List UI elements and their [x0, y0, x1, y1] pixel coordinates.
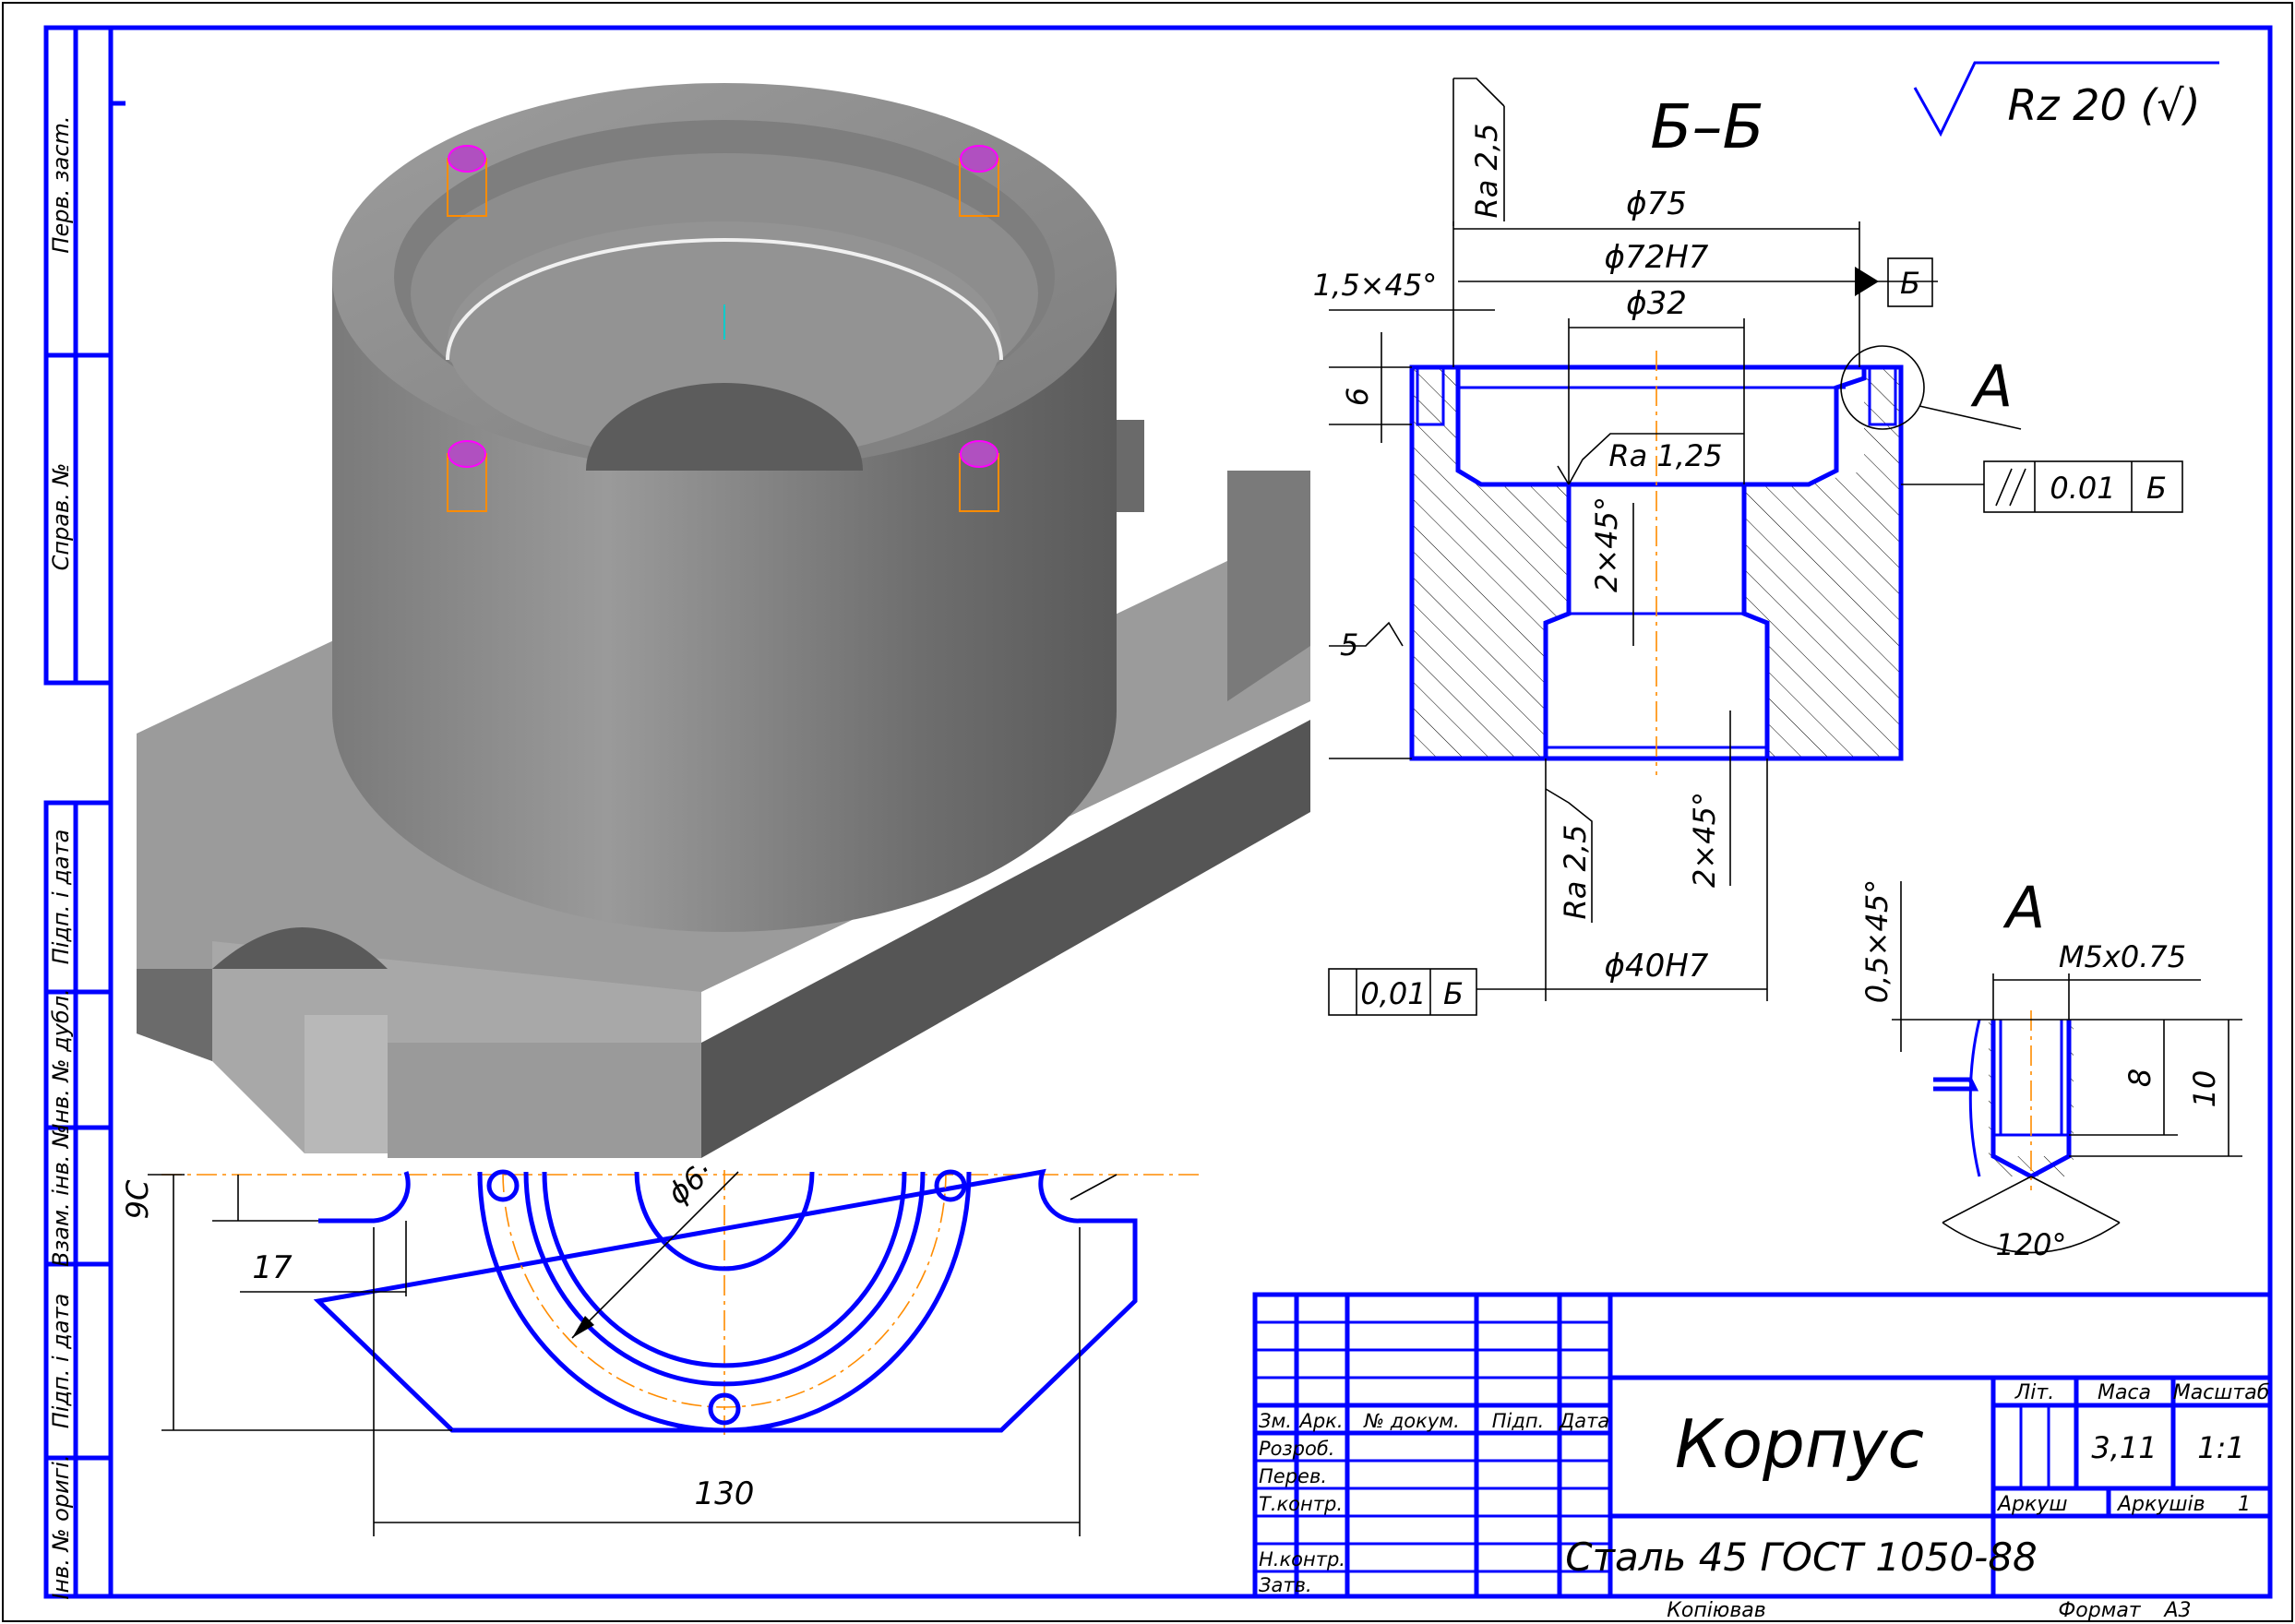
- dim-d72: ϕ72H7: [1605, 239, 1709, 276]
- roughness-text: Rz 20 (√): [2007, 80, 2200, 130]
- title-block: Зм. Арк. № докум. Підп. Дата Розроб. Пер…: [1252, 1292, 2273, 1599]
- sheets-label: Аркушів: [2116, 1493, 2205, 1516]
- drawing-sheet: Перв. засm. Справ. № Підп. і дата Інв. №…: [2, 2, 2293, 1622]
- header-scale: Масштаб: [2173, 1381, 2270, 1404]
- role-tech-control: Т.контр.: [1259, 1493, 1343, 1515]
- dim-diam-partial: ϕ6·: [661, 1153, 720, 1211]
- dim-depth10: 10: [2187, 1070, 2222, 1108]
- footer-format-value: А3: [2162, 1599, 2191, 1622]
- col-header-date: Дата: [1559, 1410, 1609, 1432]
- detail-marker: А: [1970, 352, 2013, 420]
- dim-17: 17: [252, 1249, 293, 1286]
- footer-copied: Копіював: [1667, 1599, 1766, 1622]
- angle-label: 120°: [1995, 1227, 2066, 1262]
- footer-format-label: Формат: [2058, 1599, 2141, 1622]
- role-checker: Перев.: [1259, 1465, 1327, 1487]
- section-view: Б–Б ϕ75 Б ϕ72H7 ϕ32 1,5×45° 6 Ra 2,5 Ra …: [1313, 78, 2183, 1016]
- roughness-note: Rz 20 (√): [1913, 61, 2219, 137]
- stamp-text-1: Перв. засm.: [48, 115, 74, 253]
- plan-view: 130 17 9С ϕ6·: [120, 1153, 1200, 1536]
- sheets-value: 1: [2238, 1493, 2251, 1516]
- col-header-ark: Арк.: [1297, 1410, 1343, 1432]
- stamp-text-2: Справ. №: [48, 463, 74, 571]
- header-mass: Маса: [2098, 1381, 2151, 1404]
- stamp-text-5: Взам. інв. №: [48, 1125, 74, 1267]
- isometric-model: [137, 83, 1310, 1158]
- tol-runout-datum: Б: [1443, 976, 1464, 1011]
- col-header-zm: Зм.: [1259, 1410, 1292, 1432]
- dim-d40: ϕ40H7: [1605, 948, 1709, 985]
- part-name: Корпус: [1675, 1405, 1924, 1483]
- dim-130: 130: [695, 1475, 755, 1512]
- chamfer-detail: 0,5×45°: [1859, 879, 1895, 1003]
- ra-inner: Ra 1,25: [1608, 438, 1722, 473]
- col-header-doc: № докум.: [1363, 1410, 1460, 1432]
- stamp-text-6: Підп. і дата: [48, 1294, 74, 1429]
- tol-parallel-value: 0.01: [2050, 471, 2115, 506]
- section-title: Б–Б: [1650, 91, 1764, 162]
- ra-bottom: Ra 2,5: [1558, 825, 1593, 920]
- thread-label: M5x0.75: [2059, 939, 2186, 974]
- ra-left-partial: 5: [1340, 627, 1358, 663]
- scale-value: 1:1: [2197, 1430, 2245, 1465]
- tol-runout-value: 0,01: [1360, 976, 1426, 1011]
- role-approved: Затв.: [1259, 1574, 1312, 1596]
- detail-view: А 8 10 M5x0.75 0,5×45° 120°: [1859, 874, 2242, 1262]
- mass-value: 3,11: [2091, 1430, 2157, 1465]
- stamp-text-4: Інв. № дубл.: [48, 988, 74, 1129]
- role-norm-control: Н.контр.: [1259, 1548, 1345, 1570]
- stamp-text-3: Підп. і дата: [48, 830, 74, 965]
- dim-chamfer-bot: 2×45°: [1687, 792, 1722, 888]
- dim-d75: ϕ75: [1626, 185, 1687, 222]
- dim-depth8: 8: [2122, 1069, 2158, 1087]
- dim-depth6: 6: [1340, 388, 1375, 406]
- datum-top: Б: [1900, 266, 1920, 301]
- header-lit: Літ.: [2014, 1381, 2054, 1404]
- dim-left-partial: 9С: [120, 1179, 155, 1219]
- dim-chamfer-top: 1,5×45°: [1313, 268, 1437, 303]
- col-header-sign: Підп.: [1492, 1410, 1545, 1432]
- side-stamps: Перв. засm. Справ. № Підп. і дата Інв. №…: [43, 25, 114, 1600]
- ra-top: Ra 2,5: [1469, 124, 1504, 219]
- sheet-label: Аркуш: [1996, 1493, 2067, 1516]
- material: Сталь 45 ГОСТ 1050-88: [1565, 1534, 2038, 1580]
- dim-chamfer-mid: 2×45°: [1589, 496, 1624, 592]
- dim-d32: ϕ32: [1626, 285, 1687, 322]
- role-developer: Розроб.: [1259, 1438, 1334, 1460]
- tol-parallel-datum: Б: [2146, 471, 2167, 506]
- detail-title: А: [2002, 874, 2045, 941]
- stamp-text-7: Інв. № оригі.: [48, 1454, 74, 1599]
